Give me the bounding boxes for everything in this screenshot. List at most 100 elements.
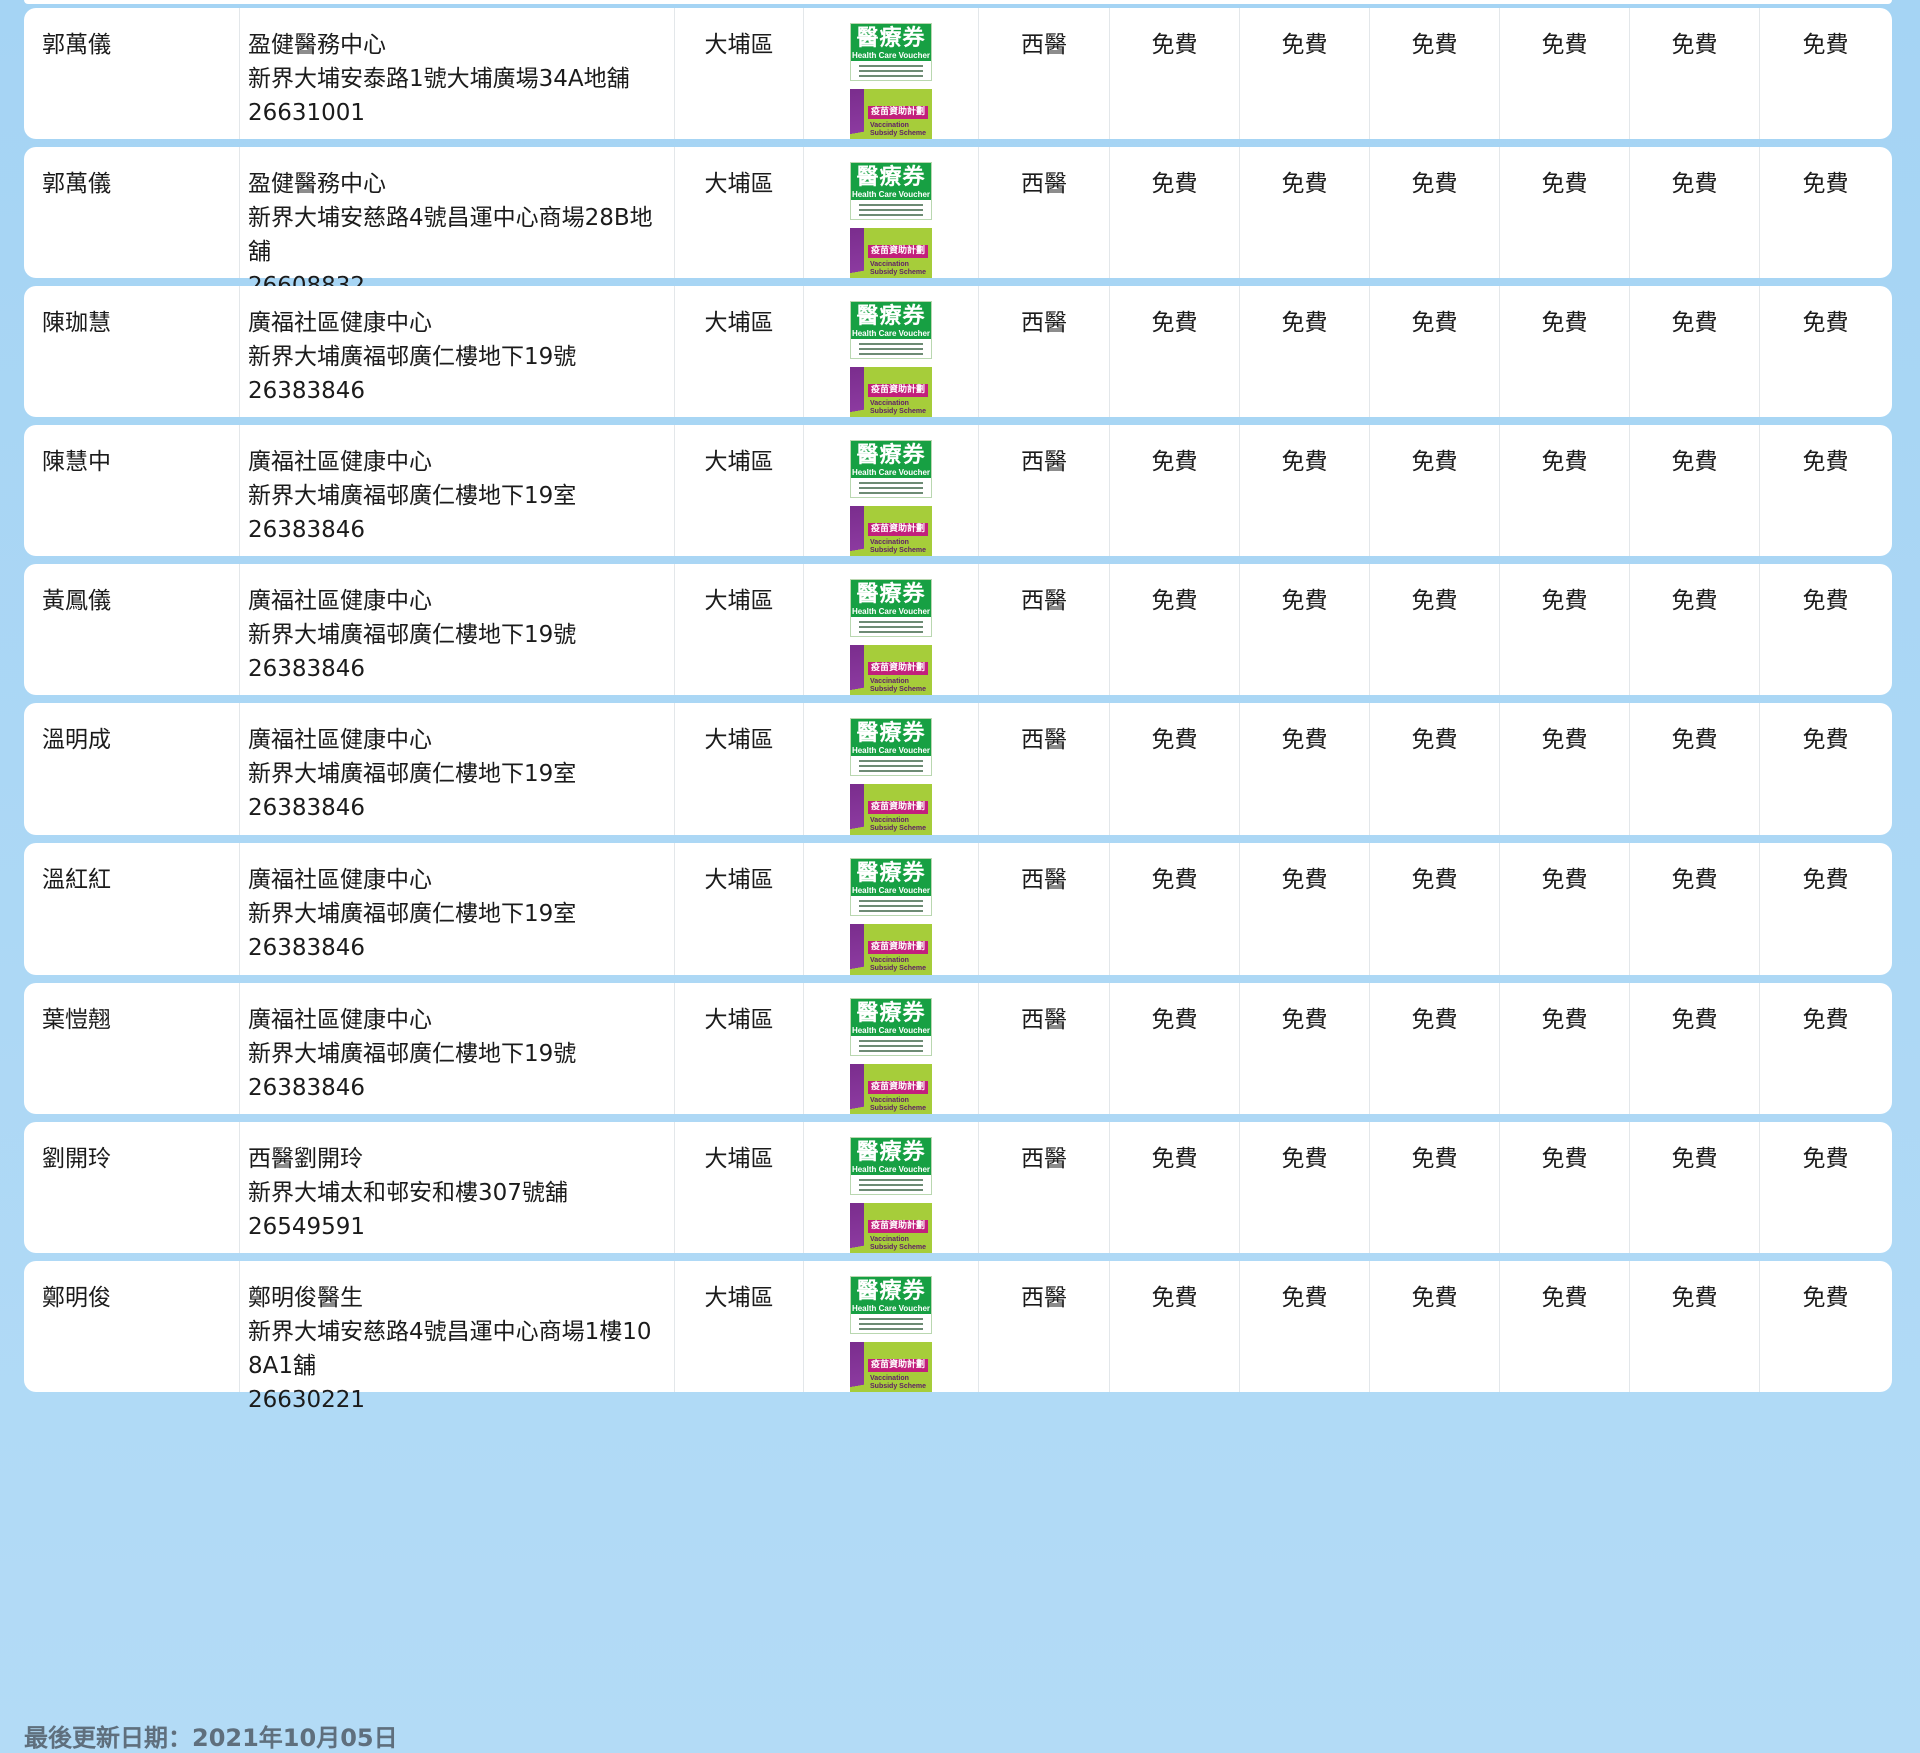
district: 大埔區 [675,1261,804,1392]
doctor-name: 鄭明俊 [24,1261,240,1392]
table-row[interactable]: 黃鳳儀 廣福社區健康中心 新界大埔廣福邨廣仁樓地下19號 26383846 大埔區 醫療券… [24,564,1892,695]
vss-logo-subtitle-line: Subsidy Scheme [870,1244,927,1251]
hcv-logo-line [859,1318,923,1320]
health-care-voucher-logo: 醫療券 Health Care Voucher [850,1137,932,1195]
table-row[interactable]: 劉開玲 西醫劉開玲 新界大埔太和邨安和樓307號舖 26549591 大埔區 醫療券 Hea… [24,1122,1892,1253]
table-row[interactable]: 溫紅紅 廣福社區健康中心 新界大埔廣福邨廣仁樓地下19室 26383846 大埔區 醫療券… [24,843,1892,975]
hcv-logo-line [859,621,923,623]
hcv-logo-banner: 醫療券 Health Care Voucher [851,1138,931,1175]
fee-cell: 免費 [1110,703,1240,835]
hcv-logo-title: 醫療券 [856,303,926,329]
table-row[interactable]: 鄭明俊 鄭明俊醫生 新界大埔安慈路4號昌運中心商場1樓108A1舖 26630221 大… [24,1261,1892,1413]
hcv-logo-title: 醫療券 [856,164,926,190]
vss-logo-subtitle-line: Vaccination [870,400,909,407]
doctor-name: 葉愷翹 [24,983,240,1114]
fee-cell: 免費 [1110,983,1240,1114]
fee-cell: 免費 [1370,843,1500,975]
fee-cell: 免費 [1110,425,1240,556]
practitioner-type: 西醫 [979,564,1110,695]
previous-row-edge [24,0,1892,4]
scheme-logos: 醫療券Health Care Voucher2021/22疫苗資助計劃Vacci… [804,843,979,975]
hcv-logo-banner: 醫療券 Health Care Voucher [851,859,931,896]
vss-logo-subtitle: Vaccination Subsidy Scheme [870,400,926,416]
hcv-logo-banner: 醫療券 Health Care Voucher [851,24,931,61]
table-row[interactable]: 郭萬儀盈健醫務中心新界大埔安慈路4號昌運中心商場28B地舖26608832大埔區… [24,147,1892,299]
fee-cell: 免費 [1240,8,1370,139]
vss-logo-subtitle-line: Vaccination [870,1375,909,1382]
scheme-logos: 醫療券Health Care Voucher 2021/22疫苗資助計劃Vacci… [804,147,979,278]
hcv-logo-line [859,209,923,211]
fee-cell: 免費 [1630,286,1760,417]
fee-cell: 免費 [1370,703,1500,835]
vss-logo-stripe [850,89,864,139]
hcv-logo-line [859,1040,923,1042]
vss-logo-subtitle-line: Vaccination [870,678,909,685]
fee-cell: 免費 [1370,564,1500,695]
vss-logo-title: 疫苗資助計劃 [868,106,928,119]
scheme-logos: 醫療券Health Care Voucher2021/22疫苗資助計劃Vacci… [804,564,979,695]
vaccination-subsidy-logo: 2021/22疫苗資助計劃VaccinationSubsidy Scheme [850,228,932,278]
clinic-name: 盈健醫務中心 [248,32,386,58]
vaccination-subsidy-logo: 2021/22疫苗資助計劃VaccinationSubsidy Scheme [850,367,932,417]
hcv-logo-line [859,1179,923,1181]
fee-cell: 免費 [1630,843,1760,975]
fee-cell: 免費 [1370,1261,1500,1392]
hcv-logo-banner: 醫療券 Health Care Voucher [851,580,931,617]
scheme-logos: 醫療券Health Care Voucher 2021/22疫苗資助計劃Vacci… [804,8,979,139]
table-row[interactable]: 陳慧中 廣福社區健康中心 新界大埔廣福邨廣仁樓地下19室 26383846 大埔區 醫療券… [24,425,1892,556]
fee-cell: 免費 [1630,1261,1760,1392]
clinic-address: 新界大埔廣福邨廣仁樓地下19室 [248,483,577,509]
health-care-voucher-logo: 醫療券 Health Care Voucher [850,440,932,498]
fee-cell: 免費 [1500,425,1630,556]
fee-cell: 免費 [1630,564,1760,695]
vss-logo-title: 疫苗資助計劃 [868,245,928,258]
table-row[interactable]: 溫明成 廣福社區健康中心 新界大埔廣福邨廣仁樓地下19室 26383846 大埔區 醫療券… [24,703,1892,835]
clinic-phone: 26631001 [248,100,366,126]
table-row[interactable]: 陳珈慧 廣福社區健康中心 新界大埔廣福邨廣仁樓地下19號 26383846 大埔區 醫療券… [24,286,1892,417]
vss-logo-title: 疫苗資助計劃 [868,801,928,814]
clinic-info: 廣福社區健康中心 新界大埔廣福邨廣仁樓地下19室 26383846 [240,703,675,835]
table-row[interactable]: 葉愷翹 廣福社區健康中心 新界大埔廣福邨廣仁樓地下19號 26383846 大埔區 醫療券… [24,983,1892,1114]
fee-cell: 免費 [1802,588,1849,614]
vss-logo-stripe [850,1064,864,1114]
clinic-phone: 26383846 [248,795,366,821]
vaccination-subsidy-logo: 2021/22疫苗資助計劃VaccinationSubsidy Scheme [850,1203,932,1253]
health-care-voucher-logo: 醫療券 Health Care Voucher [850,23,932,81]
fee-cell: 免費 [1240,703,1370,835]
hcv-logo-line [859,1328,923,1330]
vaccination-subsidy-logo: 2021/22疫苗資助計劃VaccinationSubsidy Scheme [850,89,932,139]
clinic-name: 鄭明俊醫生 [248,1285,363,1311]
hcv-logo-line [859,343,923,345]
hcv-logo-lines [851,1175,931,1191]
hcv-logo-title: 醫療券 [856,860,926,886]
health-care-voucher-logo: 醫療券 Health Care Voucher [850,998,932,1056]
fee-cell: 免費 [1110,843,1240,975]
vss-logo-title: 疫苗資助計劃 [868,384,928,397]
hcv-logo-line [859,1189,923,1191]
vss-logo-title: 疫苗資助計劃 [868,1359,928,1372]
fee-cell: 免費 [1110,147,1240,278]
district: 大埔區 [675,286,804,417]
hcv-logo-line [859,487,923,489]
hcv-logo-line [859,348,923,350]
vaccination-subsidy-logo: 2021/22疫苗資助計劃VaccinationSubsidy Scheme [850,506,932,556]
table-row[interactable]: 郭萬儀 盈健醫務中心 新界大埔安泰路1號大埔廣場34A地舖 26631001 大埔區 醫療… [24,8,1892,139]
hcv-logo-lines [851,200,931,216]
hcv-logo-lines [851,756,931,772]
vss-logo-subtitle: Vaccination Subsidy Scheme [870,1375,926,1391]
fee-cell: 免費 [1110,286,1240,417]
vss-logo-subtitle-line: Vaccination [870,817,909,824]
fee-cell: 免費 [1240,843,1370,975]
health-care-voucher-logo: 醫療券 Health Care Voucher [850,1276,932,1334]
fee-cell: 免費 [1240,983,1370,1114]
scheme-logos: 醫療券Health Care Voucher 2021/22疫苗資助計劃Vacci… [804,425,979,556]
fee-cell: 免費 [1500,703,1630,835]
hcv-logo-subtitle: Health Care Voucher [851,190,931,199]
clinic-address: 新界大埔廣福邨廣仁樓地下19號 [248,622,577,648]
clinic-name: 廣福社區健康中心 [248,449,432,475]
practitioner-type: 西醫 [979,843,1110,975]
hcv-logo-title: 醫療券 [856,25,926,51]
clinic-phone: 26549591 [248,1214,366,1240]
vss-logo-subtitle-line: Subsidy Scheme [870,269,927,276]
clinic-address: 新界大埔安慈路4號昌運中心商場28B地舖 [248,205,653,265]
